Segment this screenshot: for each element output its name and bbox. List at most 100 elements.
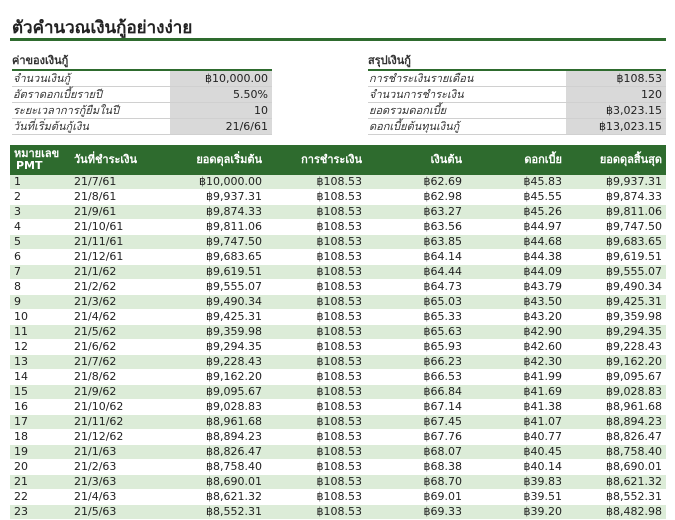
payment-cell[interactable]: ฿108.53 xyxy=(266,175,366,190)
principal-cell[interactable]: ฿68.70 xyxy=(366,474,466,490)
interest-cell[interactable]: ฿44.09 xyxy=(466,264,566,280)
payment-cell[interactable]: ฿108.53 xyxy=(266,504,366,520)
beginning-balance-cell[interactable]: ฿9,095.67 xyxy=(166,384,266,400)
interest-cell[interactable]: ฿44.38 xyxy=(466,249,566,265)
ending-balance-cell[interactable]: ฿9,555.07 xyxy=(566,264,666,280)
payment-date-cell[interactable]: 21/11/61 xyxy=(70,234,166,250)
payment-date-cell[interactable]: 21/9/62 xyxy=(70,384,166,400)
ending-balance-cell[interactable]: ฿9,619.51 xyxy=(566,249,666,265)
payment-number-cell[interactable]: 21 xyxy=(10,474,70,490)
payment-date-cell[interactable]: 21/4/63 xyxy=(70,489,166,505)
payment-number-cell[interactable]: 16 xyxy=(10,399,70,415)
payment-cell[interactable]: ฿108.53 xyxy=(266,189,366,205)
payment-number-cell[interactable]: 18 xyxy=(10,429,70,445)
payment-number-cell[interactable]: 2 xyxy=(10,189,70,205)
payment-number-cell[interactable]: 13 xyxy=(10,354,70,370)
payment-cell[interactable]: ฿108.53 xyxy=(266,279,366,295)
beginning-balance-cell[interactable]: ฿8,758.40 xyxy=(166,459,266,475)
interest-cell[interactable]: ฿45.26 xyxy=(466,204,566,220)
payment-cell[interactable]: ฿108.53 xyxy=(266,369,366,385)
payment-cell[interactable]: ฿108.53 xyxy=(266,459,366,475)
payment-date-cell[interactable]: 21/3/62 xyxy=(70,294,166,310)
beginning-balance-cell[interactable]: ฿9,747.50 xyxy=(166,234,266,250)
payment-date-cell[interactable]: 21/7/62 xyxy=(70,354,166,370)
interest-cell[interactable]: ฿42.30 xyxy=(466,354,566,370)
beginning-balance-cell[interactable]: ฿9,490.34 xyxy=(166,294,266,310)
payment-number-cell[interactable]: 7 xyxy=(10,264,70,280)
payment-number-cell[interactable]: 23 xyxy=(10,504,70,520)
interest-cell[interactable]: ฿43.20 xyxy=(466,309,566,325)
beginning-balance-cell[interactable]: ฿9,028.83 xyxy=(166,399,266,415)
ending-balance-cell[interactable]: ฿9,162.20 xyxy=(566,354,666,370)
interest-cell[interactable]: ฿43.50 xyxy=(466,294,566,310)
payment-number-cell[interactable]: 20 xyxy=(10,459,70,475)
principal-cell[interactable]: ฿63.27 xyxy=(366,204,466,220)
payment-number-cell[interactable]: 17 xyxy=(10,414,70,430)
beginning-balance-cell[interactable]: ฿10,000.00 xyxy=(166,175,266,190)
payment-date-cell[interactable]: 21/8/61 xyxy=(70,189,166,205)
col-header-payment-date[interactable]: วันที่ชำระเงิน xyxy=(70,145,166,175)
beginning-balance-cell[interactable]: ฿9,937.31 xyxy=(166,189,266,205)
payment-cell[interactable]: ฿108.53 xyxy=(266,474,366,490)
payment-number-cell[interactable]: 8 xyxy=(10,279,70,295)
beginning-balance-cell[interactable]: ฿9,555.07 xyxy=(166,279,266,295)
payment-number-cell[interactable]: 11 xyxy=(10,324,70,340)
principal-cell[interactable]: ฿64.44 xyxy=(366,264,466,280)
payment-cell[interactable]: ฿108.53 xyxy=(266,444,366,460)
ending-balance-cell[interactable]: ฿9,874.33 xyxy=(566,189,666,205)
principal-cell[interactable]: ฿69.01 xyxy=(366,489,466,505)
col-header-interest[interactable]: ดอกเบี้ย xyxy=(466,145,566,175)
interest-cell[interactable]: ฿41.07 xyxy=(466,414,566,430)
beginning-balance-cell[interactable]: ฿9,162.20 xyxy=(166,369,266,385)
payment-number-cell[interactable]: 3 xyxy=(10,204,70,220)
ending-balance-cell[interactable]: ฿8,482.98 xyxy=(566,504,666,520)
ending-balance-cell[interactable]: ฿9,747.50 xyxy=(566,219,666,235)
col-header-ending-balance[interactable]: ยอดดุลสิ้นสุด xyxy=(566,145,666,175)
interest-cell[interactable]: ฿45.83 xyxy=(466,175,566,190)
beginning-balance-cell[interactable]: ฿8,894.23 xyxy=(166,429,266,445)
payment-date-cell[interactable]: 21/7/61 xyxy=(70,175,166,190)
payment-number-cell[interactable]: 4 xyxy=(10,219,70,235)
payment-date-cell[interactable]: 21/6/62 xyxy=(70,339,166,355)
principal-cell[interactable]: ฿65.03 xyxy=(366,294,466,310)
payment-cell[interactable]: ฿108.53 xyxy=(266,354,366,370)
interest-cell[interactable]: ฿39.83 xyxy=(466,474,566,490)
payment-cell[interactable]: ฿108.53 xyxy=(266,384,366,400)
principal-cell[interactable]: ฿67.76 xyxy=(366,429,466,445)
beginning-balance-cell[interactable]: ฿9,425.31 xyxy=(166,309,266,325)
ending-balance-cell[interactable]: ฿8,621.32 xyxy=(566,474,666,490)
payment-date-cell[interactable]: 21/9/61 xyxy=(70,204,166,220)
ending-balance-cell[interactable]: ฿9,294.35 xyxy=(566,324,666,340)
principal-cell[interactable]: ฿66.84 xyxy=(366,384,466,400)
payment-date-cell[interactable]: 21/5/62 xyxy=(70,324,166,340)
payment-cell[interactable]: ฿108.53 xyxy=(266,219,366,235)
interest-cell[interactable]: ฿40.45 xyxy=(466,444,566,460)
payment-date-cell[interactable]: 21/1/63 xyxy=(70,444,166,460)
beginning-balance-cell[interactable]: ฿9,811.06 xyxy=(166,219,266,235)
interest-cell[interactable]: ฿43.79 xyxy=(466,279,566,295)
beginning-balance-cell[interactable]: ฿9,359.98 xyxy=(166,324,266,340)
principal-cell[interactable]: ฿69.33 xyxy=(366,504,466,520)
payment-date-cell[interactable]: 21/2/62 xyxy=(70,279,166,295)
payment-cell[interactable]: ฿108.53 xyxy=(266,399,366,415)
principal-cell[interactable]: ฿64.14 xyxy=(366,249,466,265)
ending-balance-cell[interactable]: ฿9,683.65 xyxy=(566,234,666,250)
ending-balance-cell[interactable]: ฿8,826.47 xyxy=(566,429,666,445)
payment-cell[interactable]: ฿108.53 xyxy=(266,339,366,355)
ending-balance-cell[interactable]: ฿9,228.43 xyxy=(566,339,666,355)
payment-cell[interactable]: ฿108.53 xyxy=(266,489,366,505)
interest-rate-value[interactable]: 5.50% xyxy=(170,87,272,102)
ending-balance-cell[interactable]: ฿9,937.31 xyxy=(566,175,666,190)
ending-balance-cell[interactable]: ฿9,425.31 xyxy=(566,294,666,310)
payment-number-cell[interactable]: 19 xyxy=(10,444,70,460)
payment-date-cell[interactable]: 21/10/61 xyxy=(70,219,166,235)
col-header-beginning-balance[interactable]: ยอดดุลเริ่มต้น xyxy=(166,145,266,175)
ending-balance-cell[interactable]: ฿9,095.67 xyxy=(566,369,666,385)
start-date-value[interactable]: 21/6/61 xyxy=(170,119,272,134)
interest-cell[interactable]: ฿40.77 xyxy=(466,429,566,445)
interest-cell[interactable]: ฿40.14 xyxy=(466,459,566,475)
ending-balance-cell[interactable]: ฿8,894.23 xyxy=(566,414,666,430)
ending-balance-cell[interactable]: ฿8,552.31 xyxy=(566,489,666,505)
payment-date-cell[interactable]: 21/11/62 xyxy=(70,414,166,430)
interest-cell[interactable]: ฿39.51 xyxy=(466,489,566,505)
